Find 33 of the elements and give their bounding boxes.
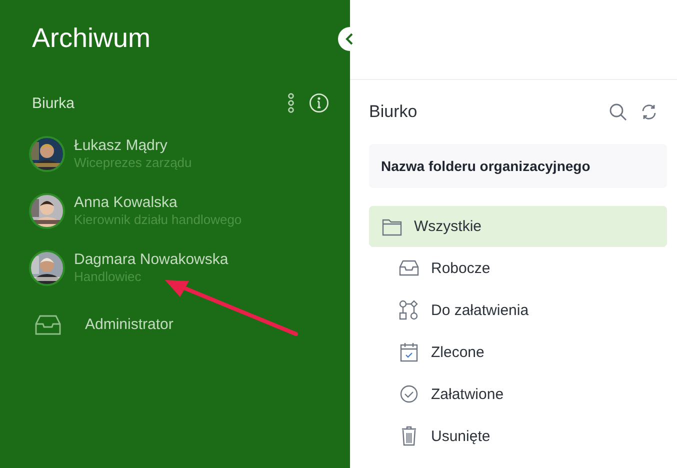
panel-title: Biurko [369,102,418,122]
chevron-left-icon [345,33,355,45]
desk-name: Administrator [85,316,174,333]
check-circle-icon [399,385,419,403]
folder-item[interactable]: Wszystkie [369,206,667,247]
folder-label: Robocze [431,260,490,276]
desk-name: Anna Kowalska [74,194,178,211]
section-label: Biurka [32,94,76,112]
workflow-icon [399,300,419,320]
folder-label: Usunięte [431,428,490,444]
tray-icon [399,260,419,276]
more-icon[interactable] [287,93,295,113]
refresh-icon[interactable] [641,104,657,120]
folder-item[interactable]: Do załatwienia [369,289,667,331]
info-icon[interactable] [309,93,329,113]
folder-item[interactable]: Robocze [369,247,667,289]
desk-name: Łukasz Mądry [74,137,168,154]
folder-icon [382,218,402,236]
search-icon[interactable] [609,103,627,121]
folder-name: Nazwa folderu organizacyjnego [381,158,590,174]
folder-label: Wszystkie [414,218,482,235]
folder-label: Załatwione [431,386,504,402]
folder-item[interactable]: Zlecone [369,331,667,373]
calendar-icon [399,342,419,362]
app-title: Archiwum [32,22,152,55]
folder-label: Do załatwienia [431,302,529,318]
trash-icon [399,426,419,446]
folder-label: Zlecone [431,344,484,360]
folder-item[interactable]: Załatwione [369,373,667,415]
folder-item[interactable]: Usunięte [369,415,667,457]
tray-icon [35,314,61,334]
desk-name: Dagmara Nowakowska [74,251,228,268]
desk-item[interactable]: Administrator [32,296,350,353]
